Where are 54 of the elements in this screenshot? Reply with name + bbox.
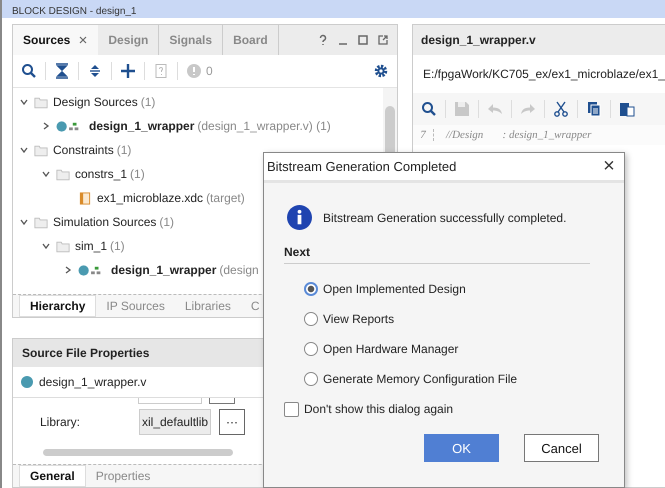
dialog-title: Bitstream Generation Completed — [267, 159, 456, 174]
expand-all-icon[interactable] — [87, 63, 103, 79]
add-icon[interactable] — [120, 63, 136, 79]
tree-item[interactable]: design_1_wrapper (design_1_wrapper.v) (1) — [13, 114, 383, 138]
copy-icon[interactable] — [586, 101, 602, 117]
tree-item[interactable]: ex1_microblaze.xdc (target) — [13, 186, 383, 210]
library-label: Library: — [40, 415, 82, 429]
folder-icon — [34, 96, 48, 108]
folder-icon — [56, 240, 70, 252]
maximize-icon[interactable] — [357, 34, 369, 46]
folder-icon — [56, 168, 70, 180]
view-tab[interactable]: Hierarchy — [19, 295, 96, 317]
section-heading: Next — [284, 245, 590, 264]
header-title: BLOCK DESIGN - design_1 — [12, 6, 136, 18]
chevron-icon[interactable] — [19, 145, 29, 155]
chevron-icon[interactable] — [41, 121, 51, 131]
file-status-icon — [21, 376, 33, 388]
tree-item[interactable]: Constraints (1) — [13, 138, 383, 162]
close-button[interactable]: × — [594, 154, 624, 178]
file-name: design_1_wrapper.v — [39, 375, 146, 389]
tree-item[interactable]: Design Sources (1) — [13, 90, 383, 114]
chevron-icon[interactable] — [41, 241, 51, 251]
folder-icon — [34, 216, 48, 228]
ok-button[interactable]: OK — [424, 434, 499, 462]
cut-icon[interactable] — [553, 101, 569, 117]
paste-icon[interactable] — [619, 101, 635, 117]
help-icon[interactable] — [317, 34, 329, 46]
line-number: 7 — [413, 129, 434, 141]
info-icon — [287, 205, 312, 230]
chevron-icon[interactable] — [41, 169, 51, 179]
search-icon[interactable] — [21, 63, 37, 79]
search-icon[interactable] — [421, 101, 437, 117]
close-icon[interactable] — [78, 35, 88, 45]
panel-tab[interactable]: Sources — [13, 25, 98, 55]
chevron-icon[interactable] — [63, 265, 73, 275]
collapse-all-icon[interactable] — [54, 63, 70, 79]
float-icon[interactable] — [377, 34, 389, 46]
view-tab[interactable]: General — [19, 465, 86, 487]
editor-title: design_1_wrapper.v — [413, 25, 665, 55]
chevron-icon[interactable] — [19, 217, 29, 227]
code-line: //Design : design_1_wrapper — [446, 129, 592, 141]
chevron-icon[interactable] — [19, 97, 29, 107]
radio-option[interactable]: View Reports — [304, 304, 604, 334]
settings-icon[interactable] — [373, 63, 389, 79]
folder-icon — [34, 144, 48, 156]
library-field[interactable]: xil_defaultlib — [139, 409, 212, 435]
browse-button[interactable]: ··· — [219, 409, 246, 435]
checkbox-option[interactable]: Don't show this dialog again — [284, 396, 604, 422]
radio-option[interactable]: Generate Memory Configuration File — [304, 364, 604, 394]
file-path: E:/fpgaWork/KC705_ex/ex1_microblaze/ex1_ — [422, 66, 665, 83]
dialog-message: Bitstream Generation successfully completed. — [323, 210, 566, 224]
constraint-file-icon — [78, 192, 92, 204]
issue-count: 0 — [206, 64, 213, 78]
cancel-button[interactable]: Cancel — [524, 434, 599, 462]
